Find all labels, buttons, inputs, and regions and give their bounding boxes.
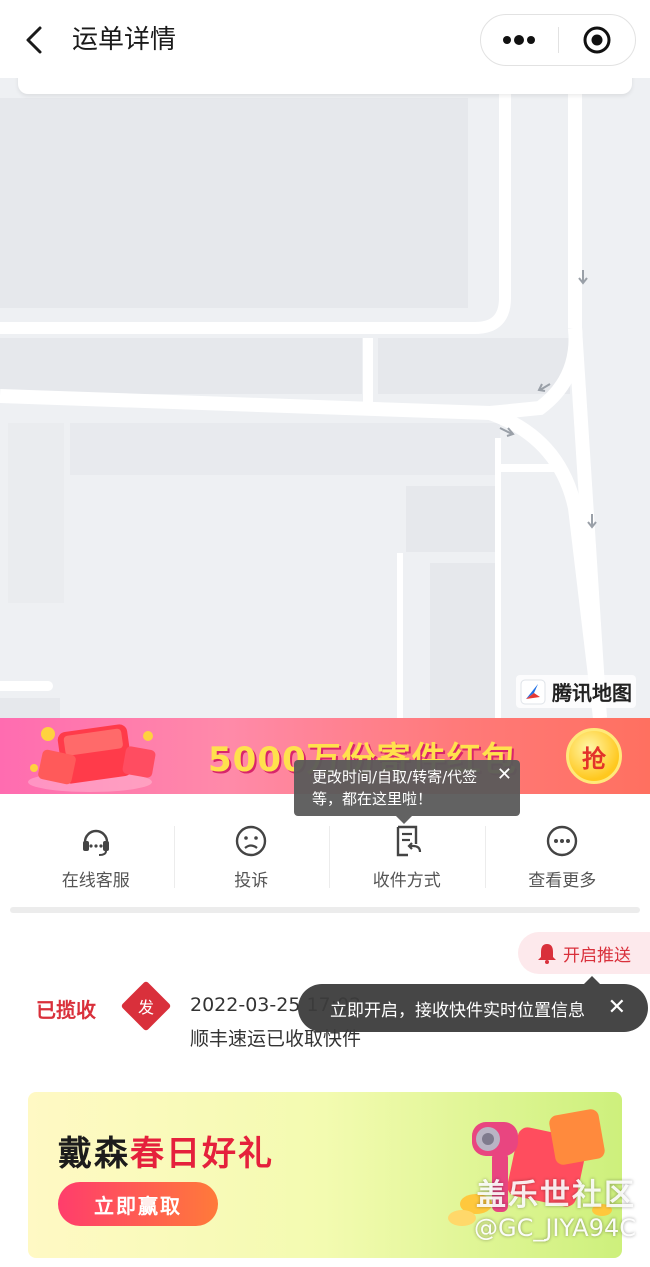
send-badge-text: 发	[137, 998, 154, 1017]
ad-title: 戴森春日好礼	[58, 1126, 274, 1175]
nav-bar: 运单详情	[0, 0, 650, 78]
record-icon	[583, 26, 611, 54]
more-button[interactable]	[481, 15, 558, 65]
map-provider-label: 腾讯地图	[552, 681, 632, 705]
close-icon[interactable]: ✕	[497, 764, 512, 786]
status-label: 已揽收	[36, 998, 96, 1022]
red-packet-icon	[28, 724, 156, 792]
action-label: 在线客服	[61, 870, 130, 891]
close-icon[interactable]: ✕	[608, 995, 626, 1020]
page: 运单详情 腾讯地图 抢 更改时间/自取/转寄/代签等，都在这里啦！ ✕ 在线客服…	[0, 0, 650, 1267]
watermark-handle: @GC_JIYA94C	[473, 1214, 636, 1242]
more-circle-icon	[547, 825, 578, 856]
enable-push-button[interactable]: 开启推送	[518, 932, 650, 974]
chevron-left-icon	[26, 26, 42, 54]
watermark-text: 盖乐世社区	[476, 1178, 636, 1213]
more-dots-icon	[503, 35, 536, 45]
action-delivery-method[interactable]: 收件方式	[329, 812, 485, 902]
sad-face-icon	[236, 825, 267, 856]
tracking-map[interactable]: 腾讯地图	[0, 78, 650, 718]
document-return-icon	[396, 825, 421, 856]
map-roads	[0, 78, 650, 718]
actions-tooltip-text: 更改时间/自取/转寄/代签等，都在这里啦！	[312, 768, 478, 808]
action-view-more[interactable]: 查看更多	[484, 812, 641, 902]
close-miniprogram-button[interactable]	[559, 15, 636, 65]
back-button[interactable]	[18, 22, 54, 58]
actions-tooltip: 更改时间/自取/转寄/代签等，都在这里啦！ ✕	[294, 760, 520, 824]
page-title: 运单详情	[72, 25, 177, 55]
section-divider	[10, 907, 640, 913]
action-label: 查看更多	[528, 870, 597, 891]
push-label: 开启推送	[563, 945, 631, 966]
ad-title-brand: 戴森	[58, 1134, 130, 1174]
action-label: 收件方式	[372, 870, 441, 891]
mini-program-capsule	[480, 14, 636, 66]
action-label: 投诉	[234, 870, 269, 891]
action-complaint[interactable]: 投诉	[173, 812, 330, 902]
map-provider-logo: 腾讯地图	[516, 675, 636, 708]
push-tooltip-text: 立即开启，接收快件实时位置信息	[330, 1000, 585, 1021]
action-online-service[interactable]: 在线客服	[18, 812, 174, 902]
push-tooltip: 立即开启，接收快件实时位置信息 ✕	[298, 976, 648, 1032]
action-bar: 在线客服 投诉 收件方式 查看更多	[18, 812, 640, 902]
headset-icon	[82, 829, 109, 856]
grab-button[interactable]: 抢	[566, 728, 622, 784]
info-card-edge	[18, 78, 632, 94]
bell-icon	[538, 944, 556, 964]
tooltip-arrow	[396, 816, 412, 824]
ad-title-slogan: 春日好礼	[130, 1134, 274, 1174]
ad-cta-button[interactable]: 立即赢取	[58, 1182, 218, 1226]
tencent-map-icon	[520, 679, 546, 704]
tooltip-arrow	[584, 976, 600, 984]
